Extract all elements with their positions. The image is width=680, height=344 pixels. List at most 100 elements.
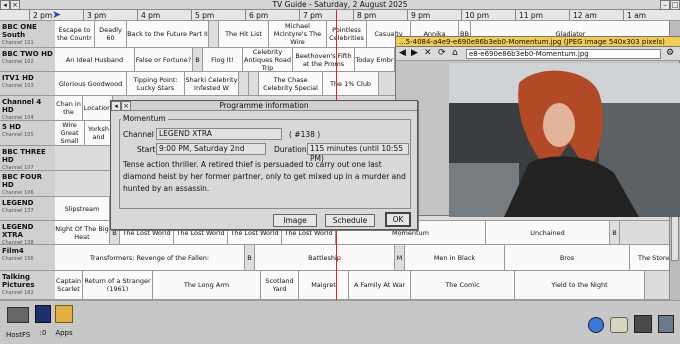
programme-description: Tense action thriller. A retired thief i…: [123, 160, 406, 193]
time-tick: 4 pm: [137, 10, 160, 21]
programme-cell[interactable]: Back to the Future Part II: [127, 21, 209, 47]
ok-button[interactable]: OK: [385, 212, 411, 227]
programme-cell[interactable]: B: [245, 245, 255, 270]
programme-cell[interactable]: Battleship: [255, 245, 395, 270]
channel-item[interactable]: ITV1 HD Channel 103: [0, 72, 55, 96]
channel-item[interactable]: LEGEND Channel 137: [0, 197, 55, 221]
programme-cell[interactable]: M: [395, 245, 405, 270]
programme-cell[interactable]: Michael McIntyre's The Wire: [269, 21, 327, 47]
programme-cell[interactable]: A Family At War: [349, 271, 411, 299]
programme-cell[interactable]: Today Embr: [355, 48, 395, 71]
title-bar[interactable]: TV Guide - Saturday, 2 August 2025: [0, 0, 680, 10]
channel-item[interactable]: BBC THREE HD Channel 107: [0, 146, 55, 171]
programme-cell[interactable]: False or Fortune?: [135, 48, 193, 71]
programme-cell[interactable]: Return of a Stranger (1961): [83, 271, 153, 299]
start-label: Start: [137, 145, 156, 154]
programme-cell[interactable]: Scotland Yard: [261, 271, 299, 299]
programme-cell[interactable]: Location: [83, 96, 113, 120]
programme-cell[interactable]: Flog It!: [203, 48, 243, 71]
time-tick: 6 pm: [245, 10, 268, 21]
programme-cell[interactable]: Wire Great Small: [55, 121, 85, 145]
schedule-button[interactable]: Schedule: [325, 214, 375, 227]
channel-item[interactable]: BBC ONE South Channel 101: [0, 21, 55, 48]
programme-cell[interactable]: Sharki Celebrity Infested W: [185, 72, 239, 95]
display-icon[interactable]: [634, 315, 652, 333]
duration-label: Duration: [274, 145, 307, 154]
close-icon[interactable]: ×: [121, 101, 131, 111]
image-button[interactable]: Image: [273, 214, 317, 227]
teacup-icon[interactable]: [610, 317, 628, 333]
programme-cell[interactable]: Yorksh and: [85, 121, 113, 145]
floppy-drive[interactable]: :0: [34, 305, 52, 341]
channel-field: LEGEND XTRA: [156, 128, 282, 140]
channel-item[interactable]: LEGEND XTRA Channel 138: [0, 221, 55, 246]
viewer-title-bar[interactable]: ...5-4084-a4e9-e690e86b3eb0-Momentum.jpg…: [396, 37, 680, 47]
home-icon[interactable]: ⌂: [452, 48, 458, 58]
time-tick: 11 pm: [515, 10, 543, 21]
programme-cell[interactable]: An Ideal Husband: [55, 48, 135, 71]
programme-cell[interactable]: B: [610, 221, 620, 244]
stop-icon[interactable]: ✕: [424, 48, 432, 58]
back-icon[interactable]: ◂: [111, 101, 121, 111]
icon-bar: HostFS :0 Apps: [0, 300, 680, 344]
programme-cell[interactable]: Men in Black: [405, 245, 505, 270]
programme-cell[interactable]: Maigret: [299, 271, 349, 299]
programme-cell[interactable]: Deadly 60: [95, 21, 127, 47]
dialog-title-bar[interactable]: Programme information: [111, 101, 417, 111]
toggle-size-icon[interactable]: □: [670, 0, 680, 10]
iconise-icon[interactable]: –: [660, 0, 670, 10]
programme-cell[interactable]: Escape to the Countr: [55, 21, 95, 47]
apps-directory[interactable]: Apps: [54, 305, 74, 341]
hostfs-drive[interactable]: HostFS: [6, 305, 30, 341]
programme-cell[interactable]: Celebrity Antiques Road Trip: [243, 48, 293, 71]
back-icon[interactable]: ◂: [0, 0, 10, 10]
programme-cell[interactable]: Glorious Goodwood: [55, 72, 127, 95]
task-manager-icon[interactable]: [658, 315, 674, 333]
time-tick: 5 pm: [191, 10, 214, 21]
channel-item[interactable]: Film4 Channel 156: [0, 245, 55, 271]
start-field: 9:00 PM, Saturday 2nd: [156, 143, 266, 155]
reload-icon[interactable]: ⟳: [438, 48, 446, 58]
programme-cell[interactable]: The Comic: [411, 271, 515, 299]
programme-cell[interactable]: [209, 21, 219, 47]
programme-cell[interactable]: [249, 72, 259, 95]
globe-icon[interactable]: [588, 317, 604, 333]
programme-cell[interactable]: [239, 72, 249, 95]
forward-arrow-icon[interactable]: ▶: [411, 48, 418, 58]
programme-row: Captain Scarlet Return of a Stranger (19…: [55, 271, 680, 300]
programme-cell[interactable]: The 1% Club: [323, 72, 379, 95]
time-tick: 10 pm: [461, 10, 489, 21]
time-tick: 12 am: [569, 10, 597, 21]
programme-cell[interactable]: B: [193, 48, 203, 71]
programme-cell[interactable]: Slipstream: [55, 197, 110, 220]
programme-cell[interactable]: Pointless Celebrities: [327, 21, 367, 47]
programme-cell[interactable]: Chan in the: [55, 96, 83, 120]
harddisc-icon: [7, 307, 29, 323]
programme-cell[interactable]: Night Of The Big Heat: [55, 221, 110, 244]
channel-number: ( #138 ): [289, 130, 321, 139]
time-tick: 8 pm: [353, 10, 376, 21]
programme-cell[interactable]: Transformers: Revenge of the Fallen:: [55, 245, 245, 270]
channel-item[interactable]: BBC FOUR HD Channel 106: [0, 171, 55, 197]
url-field[interactable]: e8-e690e86b3eb0-Momentum.jpg: [466, 49, 661, 59]
channel-item[interactable]: 5 HD Channel 105: [0, 121, 55, 146]
apps-icon: [55, 305, 73, 323]
programme-cell[interactable]: Tipping Point: Lucky Stars: [127, 72, 185, 95]
image-viewer-window: ...5-4084-a4e9-e690e86b3eb0-Momentum.jpg…: [395, 36, 680, 217]
viewer-toolbar: ◀ ▶ ✕ ⟳ ⌂ e8-e690e86b3eb0-Momentum.jpg ⚙: [396, 47, 680, 61]
channel-item[interactable]: Channel 4 HD Channel 104: [0, 96, 55, 121]
back-arrow-icon[interactable]: ◀: [399, 48, 406, 58]
programme-cell[interactable]: Unchained: [486, 221, 610, 244]
channel-item[interactable]: BBC TWO HD Channel 102: [0, 48, 55, 72]
programme-cell[interactable]: Bros: [505, 245, 630, 270]
settings-gear-icon[interactable]: ⚙: [666, 48, 674, 58]
programme-cell[interactable]: The Long Arm: [153, 271, 261, 299]
programme-info-dialog: Programme information ◂ × Momentum Chann…: [110, 100, 418, 230]
programme-cell[interactable]: Yield to the Night: [515, 271, 645, 299]
programme-cell[interactable]: The Hit List: [219, 21, 269, 47]
channel-item[interactable]: Talking Pictures Channel 182: [0, 271, 55, 300]
programme-cell[interactable]: The Chase Celebrity Special: [259, 72, 323, 95]
programme-cell[interactable]: Captain Scarlet: [55, 271, 83, 299]
programme-cell[interactable]: Beethoven's Fifth at the Proms: [293, 48, 355, 71]
close-icon[interactable]: ×: [10, 0, 20, 10]
